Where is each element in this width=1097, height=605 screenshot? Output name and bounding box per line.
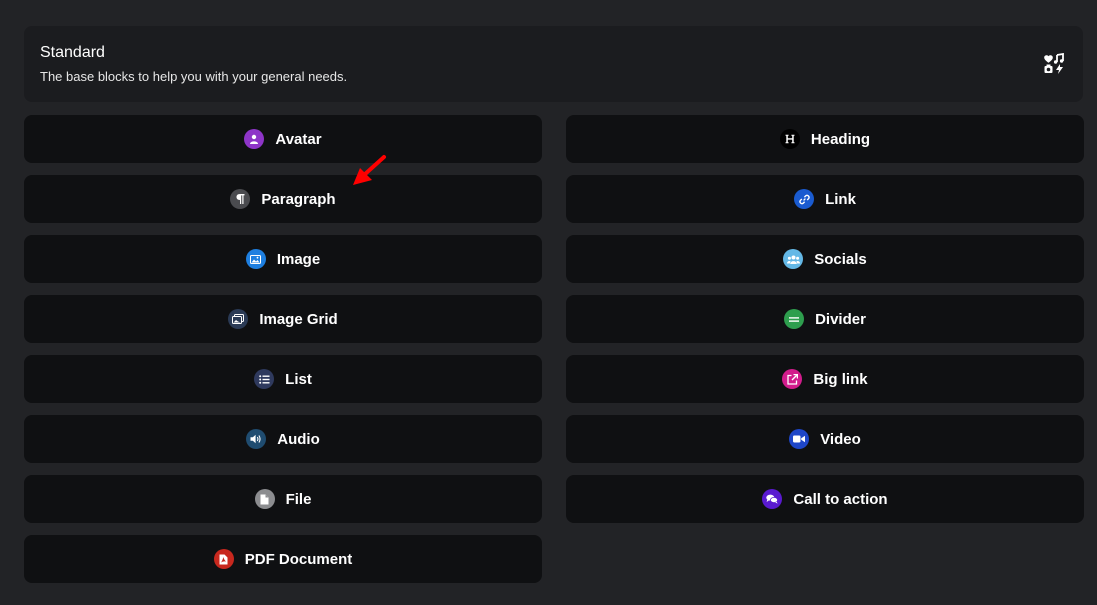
list-icon: [254, 369, 275, 389]
shapes-icon: [1044, 53, 1064, 74]
block-image-button[interactable]: Image: [24, 235, 542, 283]
block-label: Divider: [815, 310, 866, 328]
block-paragraph-button[interactable]: Paragraph: [24, 175, 542, 223]
avatar-icon: [244, 129, 265, 149]
block-label: Video: [820, 430, 861, 448]
video-icon: [789, 429, 810, 449]
heading-icon: [779, 129, 800, 149]
block-socials-button[interactable]: Socials: [566, 235, 1084, 283]
chat-icon: [762, 489, 783, 509]
block-video-button[interactable]: Video: [566, 415, 1084, 463]
annotation-arrow: [353, 155, 386, 185]
block-avatar-button[interactable]: Avatar: [24, 115, 542, 163]
block-label: List: [285, 370, 312, 388]
block-image-grid-button[interactable]: Image Grid: [24, 295, 542, 343]
block-label: Call to action: [793, 490, 888, 508]
block-divider-button[interactable]: Divider: [566, 295, 1084, 343]
block-file-button[interactable]: File: [24, 475, 542, 523]
paragraph-icon: [230, 189, 251, 209]
section-title: Standard: [40, 44, 105, 61]
block-label: Heading: [810, 130, 871, 148]
block-label: PDF Document: [244, 550, 353, 568]
block-call-to-action-button[interactable]: Call to action: [566, 475, 1084, 523]
socials-icon: [783, 249, 804, 269]
block-label: Socials: [814, 250, 867, 268]
link-icon: [794, 189, 815, 209]
block-label: Audio: [277, 430, 320, 448]
audio-icon: [246, 429, 267, 449]
block-audio-button[interactable]: Audio: [24, 415, 542, 463]
block-heading-button[interactable]: Heading: [566, 115, 1084, 163]
block-label: Avatar: [275, 130, 322, 148]
block-label: Image Grid: [259, 310, 338, 328]
file-icon: [254, 489, 275, 509]
section-header: Standard The base blocks to help you wit…: [24, 26, 1083, 102]
block-pdf-document-button[interactable]: PDF Document: [24, 535, 542, 583]
image-icon: [245, 249, 266, 269]
block-label: Paragraph: [261, 190, 336, 208]
pdf-icon: [213, 549, 234, 569]
block-label: File: [285, 490, 312, 508]
block-link-button[interactable]: Link: [566, 175, 1084, 223]
section-subtitle: The base blocks to help you with your ge…: [40, 69, 348, 84]
block-big-link-button[interactable]: Big link: [566, 355, 1084, 403]
block-label: Image: [276, 250, 321, 268]
image-grid-icon: [228, 309, 249, 329]
block-label: Big link: [813, 370, 868, 388]
block-label: Link: [825, 190, 856, 208]
divider-icon: [784, 309, 805, 329]
big-link-icon: [782, 369, 803, 389]
block-list-button[interactable]: List: [24, 355, 542, 403]
